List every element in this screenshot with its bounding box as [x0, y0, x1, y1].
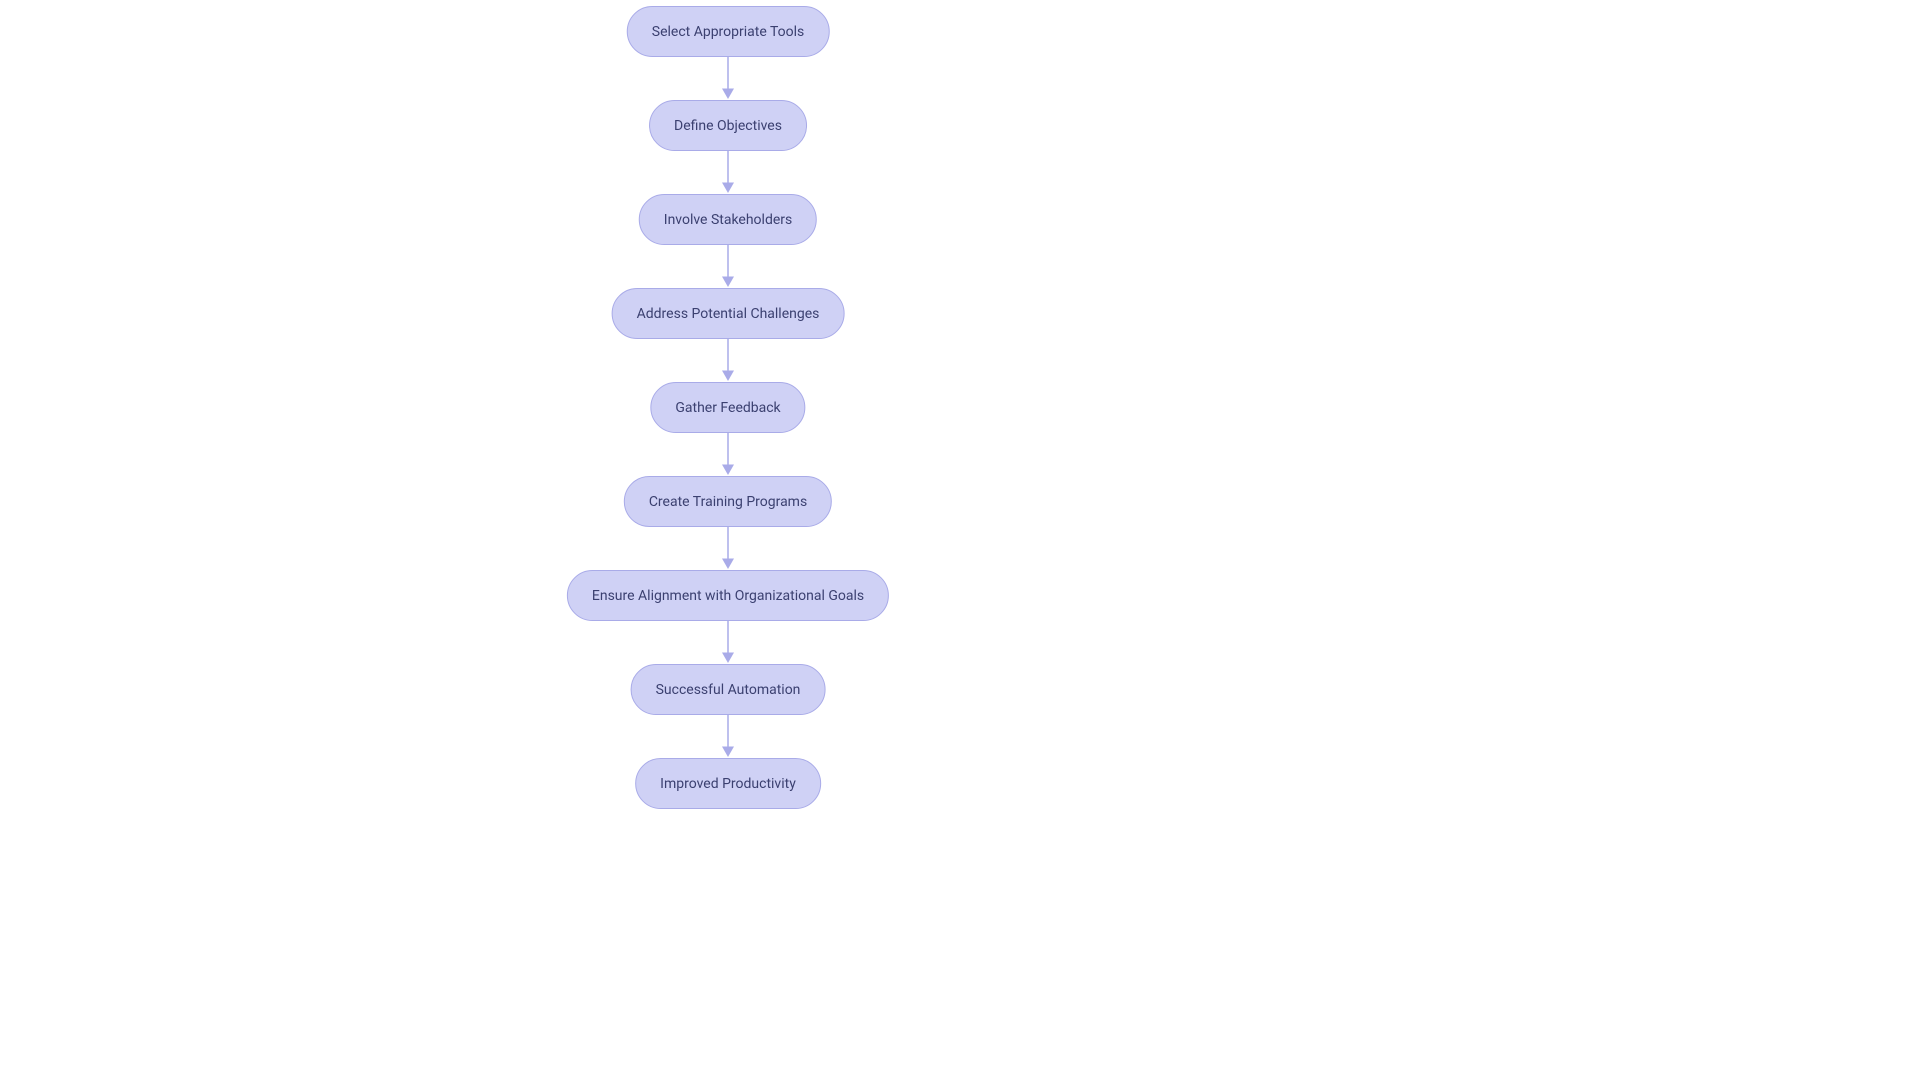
flow-node[interactable]: Address Potential Challenges	[612, 288, 845, 339]
flow-node-label: Define Objectives	[674, 118, 782, 134]
flow-node[interactable]: Define Objectives	[649, 100, 807, 151]
flow-node[interactable]: Ensure Alignment with Organizational Goa…	[567, 570, 889, 621]
flow-node-label: Gather Feedback	[675, 400, 780, 416]
flow-node-label: Successful Automation	[656, 682, 801, 698]
flow-node[interactable]: Involve Stakeholders	[639, 194, 817, 245]
flow-node-label: Address Potential Challenges	[637, 306, 820, 322]
flow-node[interactable]: Select Appropriate Tools	[627, 6, 830, 57]
flow-node-label: Improved Productivity	[660, 776, 796, 792]
flow-node[interactable]: Improved Productivity	[635, 758, 821, 809]
flow-node-label: Involve Stakeholders	[664, 212, 792, 228]
flow-node-label: Create Training Programs	[649, 494, 807, 510]
flow-node-label: Select Appropriate Tools	[652, 24, 805, 40]
flow-node[interactable]: Successful Automation	[631, 664, 826, 715]
flow-node[interactable]: Gather Feedback	[650, 382, 805, 433]
flowchart-canvas: Select Appropriate Tools Define Objective…	[0, 0, 1920, 1080]
flow-node[interactable]: Create Training Programs	[624, 476, 832, 527]
connectors-layer	[0, 0, 1920, 1080]
flow-node-label: Ensure Alignment with Organizational Goa…	[592, 588, 864, 604]
